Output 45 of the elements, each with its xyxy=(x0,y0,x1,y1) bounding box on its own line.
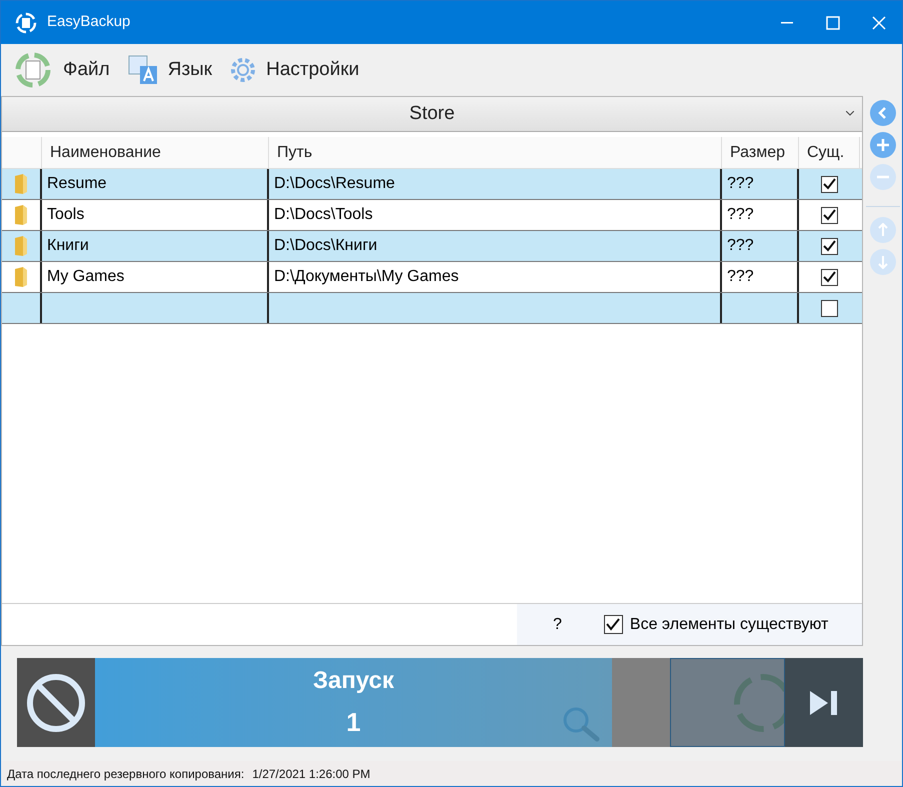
run-count: 1 xyxy=(346,706,361,739)
folder-icon xyxy=(14,204,28,226)
plus-icon xyxy=(876,138,890,152)
checkmark-icon xyxy=(606,618,620,631)
skip-icon xyxy=(808,688,840,716)
folder-icon xyxy=(14,266,28,288)
checkbox[interactable] xyxy=(821,176,838,192)
prohibited-icon xyxy=(26,672,86,732)
run-title: Запуск xyxy=(313,666,394,696)
checkmark-icon xyxy=(823,178,836,190)
add-button[interactable] xyxy=(870,132,896,158)
window-title: EasyBackup xyxy=(47,12,130,32)
checkbox[interactable] xyxy=(821,300,838,316)
back-button[interactable] xyxy=(870,100,896,126)
close-icon xyxy=(872,16,886,30)
app-logo-icon xyxy=(15,12,37,34)
skip-button[interactable] xyxy=(785,658,863,747)
folder-icon xyxy=(14,235,28,257)
folder-icon xyxy=(14,173,28,195)
store-dropdown[interactable]: Store xyxy=(2,97,862,132)
cancel-button[interactable] xyxy=(17,658,95,747)
toolbar-menu-item[interactable]: Язык xyxy=(128,55,212,85)
arrow-up-icon xyxy=(876,223,890,237)
checkbox[interactable] xyxy=(821,206,838,224)
checkmark-icon xyxy=(823,271,836,283)
column-header[interactable]: Размер xyxy=(722,137,799,168)
minimize-icon xyxy=(781,22,793,24)
checkbox[interactable] xyxy=(821,268,838,286)
size-total: ? xyxy=(553,614,562,634)
status-value: 1/27/2021 1:26:00 PM xyxy=(252,766,370,782)
column-header[interactable]: Наименование xyxy=(42,137,269,168)
checkbox[interactable] xyxy=(821,238,838,254)
status-label: Дата последнего резервного копирования: xyxy=(7,766,244,782)
checkmark-icon xyxy=(823,209,836,221)
sync-icon xyxy=(13,51,53,89)
toolbar-menu-item[interactable]: Настройки xyxy=(230,56,360,84)
translate-icon xyxy=(128,55,158,85)
column-header[interactable]: Путь xyxy=(269,137,722,168)
maximize-icon xyxy=(826,16,840,30)
settings-icon xyxy=(230,57,256,83)
all-exist-checkbox[interactable]: Все элементы существуют xyxy=(604,612,828,636)
column-header[interactable]: Сущ. xyxy=(799,137,860,168)
arrow-down-icon xyxy=(876,255,890,269)
checkmark-icon xyxy=(823,240,836,252)
toolbar-menu-item[interactable]: Файл xyxy=(13,51,110,89)
